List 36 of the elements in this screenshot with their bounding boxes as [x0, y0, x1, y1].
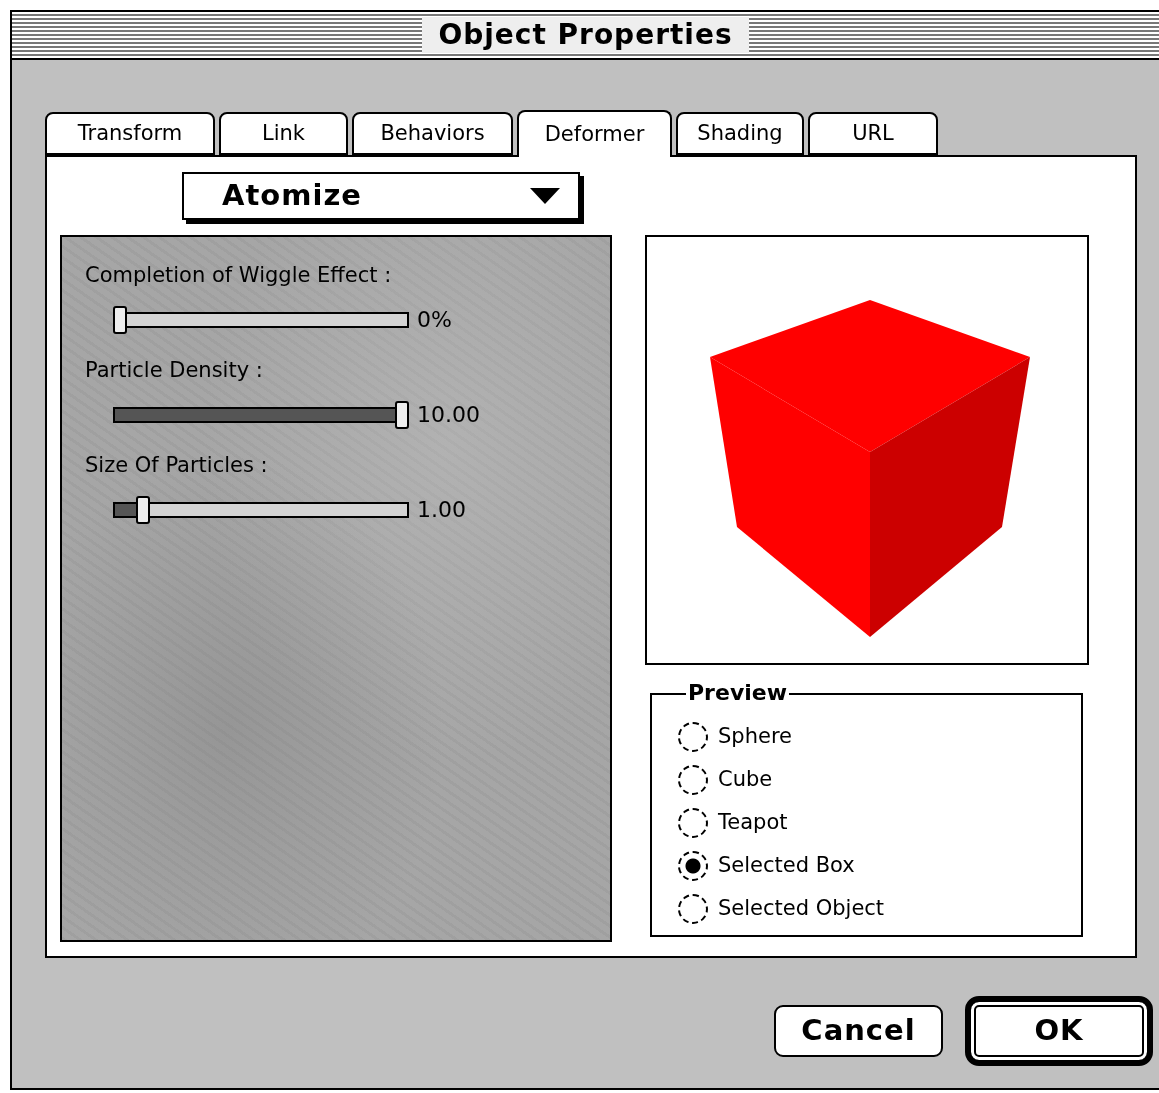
dropdown-value: Atomize	[222, 177, 362, 215]
radio-option[interactable]: Selected Box	[678, 844, 855, 887]
slider-label: Completion of Wiggle Effect :	[85, 262, 393, 289]
radio-option[interactable]: Selected Object	[678, 887, 885, 930]
radio-button[interactable]	[678, 807, 708, 838]
tab[interactable]: Deformer	[517, 110, 672, 157]
slider-thumb[interactable]	[113, 305, 127, 334]
tab[interactable]: Transform	[45, 112, 215, 155]
slider-label: Particle Density :	[85, 357, 264, 384]
radio-button[interactable]	[678, 721, 708, 752]
radio-option[interactable]: Cube	[678, 758, 773, 801]
ok-button[interactable]: OK	[965, 996, 1153, 1066]
slider-value: 0%	[417, 306, 452, 334]
radio-label: Teapot	[718, 808, 788, 836]
window-title: Object Properties	[422, 17, 749, 53]
radio-label: Sphere	[718, 722, 792, 750]
caret-icon	[530, 188, 560, 204]
slider-value: 1.00	[417, 496, 466, 524]
tab[interactable]: Link	[219, 112, 348, 155]
slider-value: 10.00	[417, 401, 480, 429]
radio-button[interactable]	[678, 893, 708, 924]
slider-thumb[interactable]	[395, 400, 409, 429]
radio-option[interactable]: Teapot	[678, 801, 788, 844]
radio-button[interactable]	[678, 764, 708, 795]
tab[interactable]: URL	[808, 112, 938, 155]
radio-label: Selected Object	[718, 894, 885, 922]
slider-thumb[interactable]	[135, 495, 150, 524]
cancel-button[interactable]: Cancel	[774, 1005, 943, 1057]
tab[interactable]: Behaviors	[352, 112, 513, 155]
slider-label: Size Of Particles :	[85, 452, 269, 479]
radio-option[interactable]: Sphere	[678, 715, 792, 758]
tab[interactable]: Shading	[676, 112, 804, 155]
slider-fill	[115, 503, 139, 516]
radio-label: Selected Box	[718, 851, 855, 879]
slider-track[interactable]	[113, 501, 409, 518]
radio-label: Cube	[718, 765, 773, 793]
